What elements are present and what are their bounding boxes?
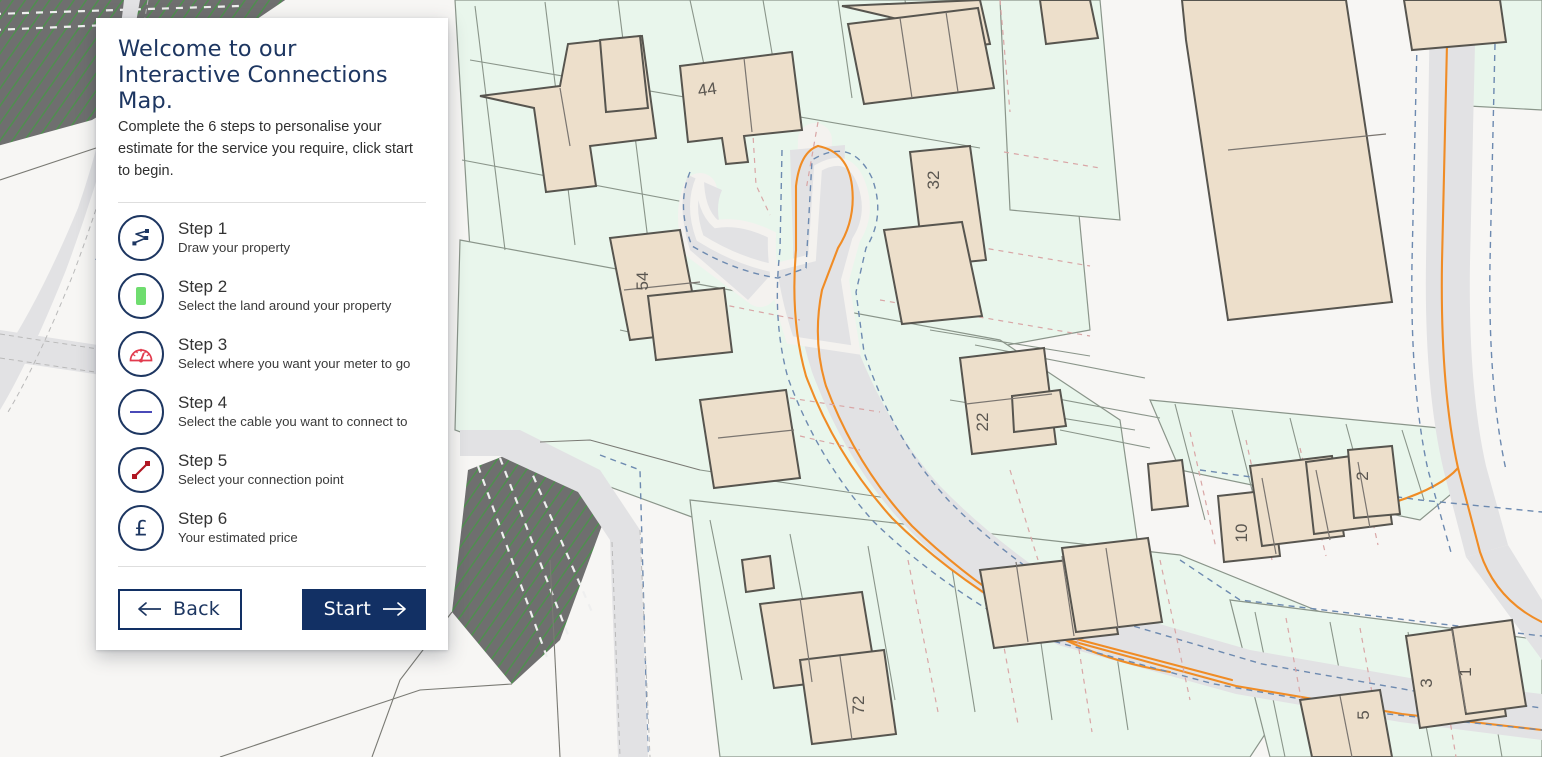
connections-map-app: 44 32 54 22 2 10 72 3 1 5 Welcome to our Interact… bbox=[0, 0, 1542, 757]
step-label: Step 4 bbox=[178, 393, 228, 412]
cable-line-icon bbox=[118, 389, 164, 435]
panel-actions: Back Start bbox=[118, 589, 426, 630]
left-arrow-icon bbox=[138, 602, 161, 616]
house-number-label: 5 bbox=[1354, 710, 1373, 719]
step-item-5[interactable]: Step 5 Select your connection point bbox=[118, 441, 426, 499]
house-number-label: 10 bbox=[1232, 524, 1251, 543]
start-button-label: Start bbox=[323, 598, 371, 620]
step-label: Step 6 bbox=[178, 509, 228, 528]
panel-subtitle: Complete the 6 steps to personalise your… bbox=[118, 119, 413, 179]
step-description: Draw your property bbox=[178, 240, 291, 255]
connection-point-line-icon bbox=[118, 447, 164, 493]
step-text: Step 6 Your estimated price bbox=[178, 509, 298, 547]
house-number-label: 1 bbox=[1456, 667, 1475, 676]
house-number-label: 32 bbox=[924, 171, 943, 190]
house-number-label: 44 bbox=[697, 79, 718, 100]
meter-gauge-icon bbox=[118, 331, 164, 377]
step-item-4[interactable]: Step 4 Select the cable you want to conn… bbox=[118, 383, 426, 441]
step-label: Step 2 bbox=[178, 277, 228, 296]
step-text: Step 3 Select where you want your meter … bbox=[178, 335, 410, 373]
step-item-2[interactable]: Step 2 Select the land around your prope… bbox=[118, 267, 426, 325]
polyline-draw-icon bbox=[118, 215, 164, 261]
house-number-label: 54 bbox=[633, 272, 652, 291]
steps-list: Step 1 Draw your property Step 2 Select … bbox=[118, 209, 426, 557]
step-description: Your estimated price bbox=[178, 530, 298, 545]
back-button[interactable]: Back bbox=[118, 589, 242, 630]
step-item-1[interactable]: Step 1 Draw your property bbox=[118, 209, 426, 267]
step-label: Step 5 bbox=[178, 451, 228, 470]
step-description: Select where you want your meter to go bbox=[178, 356, 411, 371]
green-land-rectangle-icon bbox=[118, 273, 164, 319]
step-description: Select the land around your property bbox=[178, 298, 392, 313]
step-description: Select your connection point bbox=[178, 472, 344, 487]
house-number-label: 2 bbox=[1353, 471, 1372, 480]
right-arrow-icon bbox=[383, 602, 406, 616]
divider-bottom bbox=[118, 566, 426, 567]
step-text: Step 4 Select the cable you want to conn… bbox=[178, 393, 407, 431]
step-label: Step 1 bbox=[178, 219, 228, 238]
step-item-6[interactable]: £ Step 6 Your estimated price bbox=[118, 499, 426, 557]
divider-top bbox=[118, 202, 426, 203]
step-text: Step 2 Select the land around your prope… bbox=[178, 277, 391, 315]
pound-sterling-icon: £ bbox=[118, 505, 164, 551]
welcome-panel: Welcome to our Interactive Connections M… bbox=[96, 18, 448, 650]
step-label: Step 3 bbox=[178, 335, 228, 354]
house-number-label: 3 bbox=[1417, 678, 1436, 687]
svg-text:£: £ bbox=[134, 517, 147, 541]
house-number-label: 22 bbox=[973, 413, 992, 432]
house-number-label: 72 bbox=[849, 696, 868, 715]
page-title: Welcome to our Interactive Connections M… bbox=[118, 36, 388, 114]
step-text: Step 5 Select your connection point bbox=[178, 451, 344, 489]
step-description: Select the cable you want to connect to bbox=[178, 414, 408, 429]
start-button[interactable]: Start bbox=[301, 589, 426, 630]
step-text: Step 1 Draw your property bbox=[178, 219, 290, 257]
step-item-3[interactable]: Step 3 Select where you want your meter … bbox=[118, 325, 426, 383]
back-button-label: Back bbox=[173, 598, 220, 620]
